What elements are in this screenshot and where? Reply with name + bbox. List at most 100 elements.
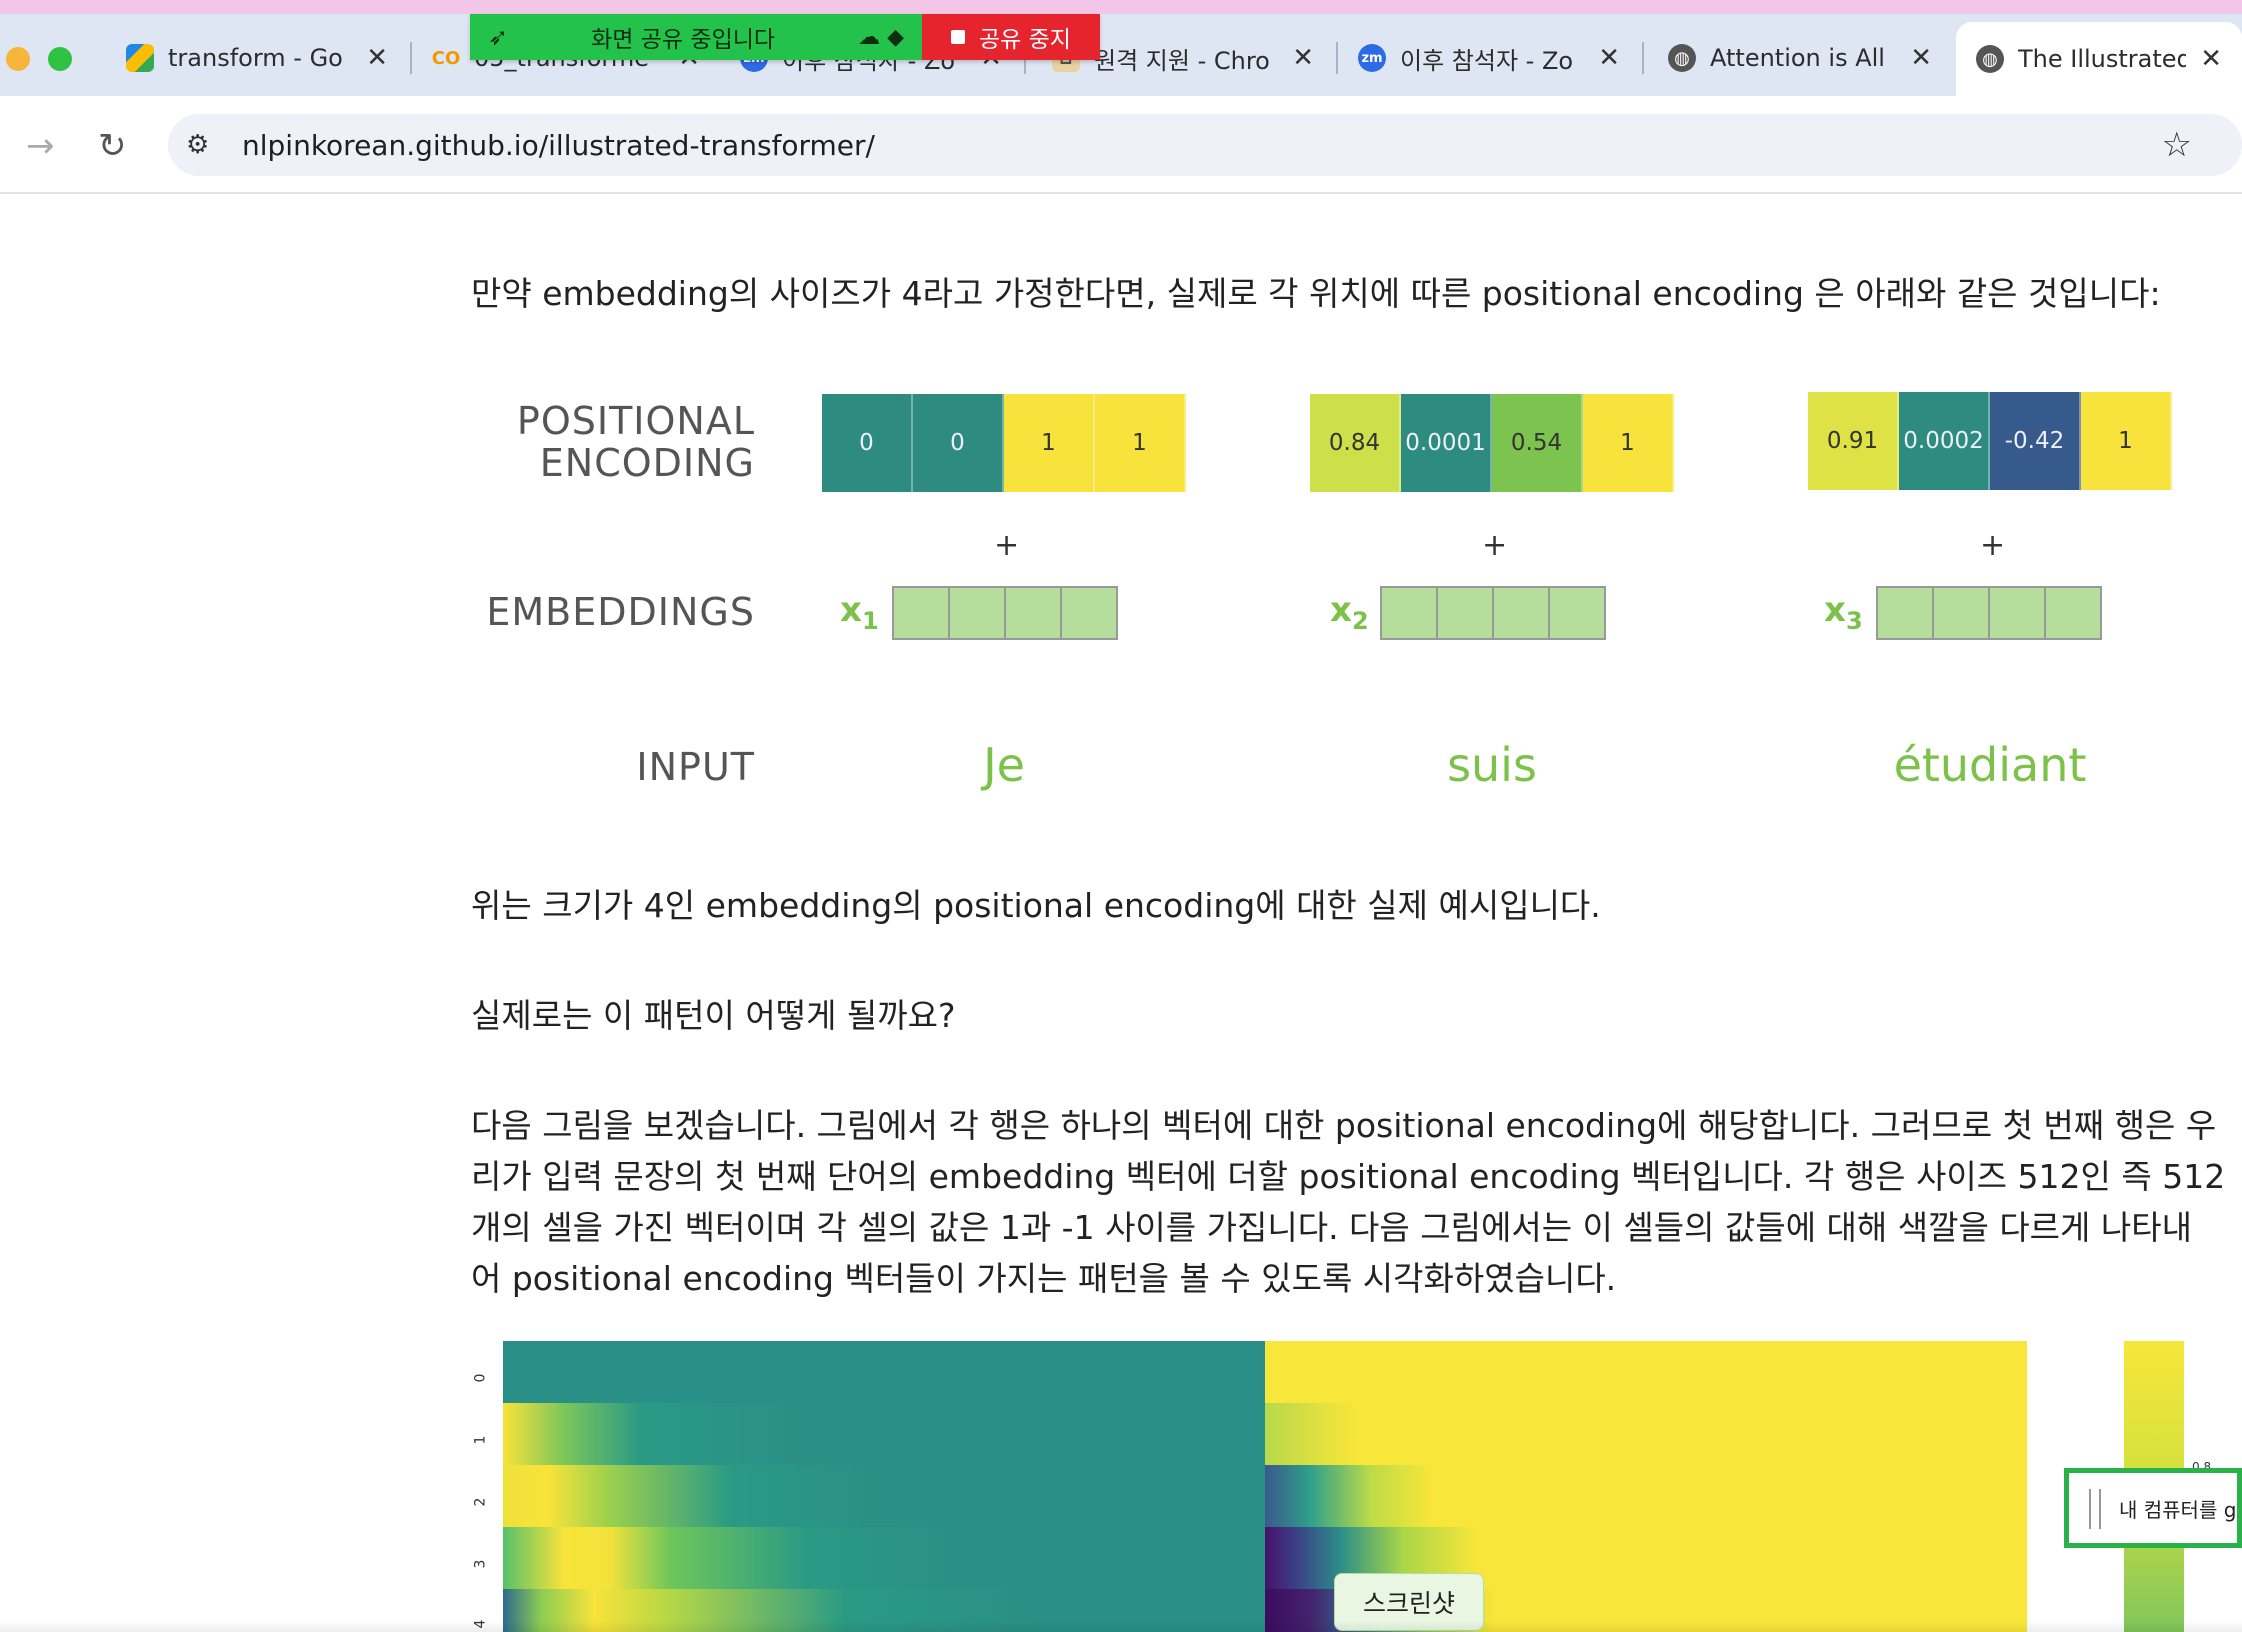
embedding-vector-label: x3 xyxy=(1824,590,1863,635)
remote-control-popup[interactable]: 내 컴퓨터를 g xyxy=(2064,1468,2242,1548)
close-tab-icon[interactable]: ✕ xyxy=(1910,43,1932,73)
cloud-shield-icon: ☁ ◆ xyxy=(858,24,904,50)
heatmap-row xyxy=(1265,1341,2027,1403)
tab-title: transform - Go xyxy=(168,44,343,72)
zoom-icon: zm xyxy=(1358,44,1386,72)
pe-cell: 0 xyxy=(913,394,1004,492)
input-word: suis xyxy=(1447,738,1537,792)
share-status: ➶ 화면 공유 중입니다 ☁ ◆ xyxy=(470,14,922,60)
positional-encoding-heatmap xyxy=(503,1341,2027,1632)
pe-cell: 0 xyxy=(822,394,913,492)
popup-text: 내 컴퓨터를 g xyxy=(2119,1497,2237,1522)
pause-handle-icon[interactable] xyxy=(2089,1489,2101,1529)
tab-transform[interactable]: transform - Go ✕ xyxy=(126,30,388,86)
embedding-vector-label: x1 xyxy=(840,590,879,635)
heatmap-row xyxy=(1265,1403,2027,1465)
pe-cell: 0.0001 xyxy=(1401,394,1492,492)
tab-title: Attention is All xyxy=(1710,44,1885,72)
input-word: étudiant xyxy=(1893,738,2087,792)
url-text[interactable]: nlpinkorean.github.io/illustrated-transf… xyxy=(242,129,875,162)
close-tab-icon[interactable]: ✕ xyxy=(366,43,388,73)
heatmap-tick: 0 xyxy=(472,1373,489,1383)
stop-sharing-label: 공유 중지 xyxy=(979,27,1071,53)
tab-title: The Illustrated xyxy=(2018,45,2187,73)
embedding-cell xyxy=(950,588,1006,638)
tab-title: 원격 지원 - Chro xyxy=(1094,46,1270,75)
pe-cell: 1 xyxy=(1004,394,1095,492)
plus-sign: + xyxy=(1482,528,1508,563)
bottom-edge-shade xyxy=(0,1620,2242,1632)
tab-divider xyxy=(1642,42,1644,74)
drag-handle-icon[interactable]: ➶ xyxy=(488,23,508,51)
tab-divider xyxy=(410,42,412,74)
bookmark-star-icon[interactable]: ☆ xyxy=(2162,125,2192,165)
colab-icon: CO xyxy=(432,47,461,69)
embedding-cell xyxy=(1062,588,1116,638)
close-tab-icon[interactable]: ✕ xyxy=(1292,43,1314,73)
embedding-cell xyxy=(1550,588,1604,638)
paragraph-line: 개의 셀을 가진 벡터이며 각 셀의 값은 1과 -1 사이를 가집니다. 다음… xyxy=(471,1208,2192,1247)
site-info-icon[interactable]: ⚙ xyxy=(186,130,224,160)
embedding-vector xyxy=(1380,586,1606,640)
positional-encoding-label: POSITIONAL ENCODING xyxy=(516,399,755,485)
positional-encoding-vector: 0.84 0.0001 0.54 1 xyxy=(1310,394,1674,492)
embedding-cell xyxy=(1934,588,1990,638)
input-word: Je xyxy=(983,738,1025,792)
tab-divider xyxy=(1336,42,1338,74)
input-label: INPUT xyxy=(636,745,755,789)
tab-illustrated-transformer[interactable]: ◍ The Illustrated ✕ xyxy=(1956,22,2242,96)
address-toolbar: → ↻ ⚙ nlpinkorean.github.io/illustrated-… xyxy=(0,96,2242,194)
embedding-cell xyxy=(1006,588,1062,638)
globe-icon: ◍ xyxy=(1976,45,2004,73)
pe-cell: 0.0002 xyxy=(1899,392,1990,490)
pe-cell: 0.84 xyxy=(1310,394,1401,492)
embeddings-label: EMBEDDINGS xyxy=(486,590,755,634)
paragraph-line: 어 positional encoding 벡터들이 가지는 패턴을 볼 수 있… xyxy=(471,1259,1617,1298)
tab-zoom-attendees-2[interactable]: zm 이후 참석자 - Zo ✕ xyxy=(1358,30,1620,86)
heatmap-tick: 2 xyxy=(472,1497,489,1507)
caption-example: 위는 크기가 4인 embedding의 positional encoding… xyxy=(471,886,1601,925)
heatmap-row xyxy=(503,1341,1265,1403)
plus-sign: + xyxy=(1980,528,2006,563)
globe-icon: ◍ xyxy=(1668,44,1696,72)
stop-icon xyxy=(951,30,966,44)
positional-encoding-vector: 0.91 0.0002 -0.42 1 xyxy=(1808,392,2172,490)
close-tab-icon[interactable]: ✕ xyxy=(1598,43,1620,73)
positional-encoding-vector: 0011 xyxy=(822,394,1186,492)
embedding-cell xyxy=(1990,588,2046,638)
embedding-cell xyxy=(1878,588,1934,638)
heatmap-tick: 3 xyxy=(472,1559,489,1569)
tab-title: 이후 참석자 - Zo xyxy=(1400,46,1574,75)
minimize-window-button[interactable] xyxy=(6,47,30,71)
pe-cell: 0.91 xyxy=(1808,392,1899,490)
forward-icon[interactable]: → xyxy=(26,126,55,166)
paragraph-line: 리가 입력 문장의 첫 번째 단어의 embedding 벡터에 더할 posi… xyxy=(471,1157,2226,1196)
pe-cell: -0.42 xyxy=(1990,392,2081,490)
system-menu-strip xyxy=(0,0,2242,14)
pe-cell: 1 xyxy=(2081,392,2172,490)
close-tab-icon[interactable]: ✕ xyxy=(2200,44,2222,74)
pe-cell: 1 xyxy=(1095,394,1186,492)
intro-paragraph: 만약 embedding의 사이즈가 4라고 가정한다면, 실제로 각 위치에 … xyxy=(471,274,2161,313)
maximize-window-button[interactable] xyxy=(48,47,72,71)
embedding-cell xyxy=(1494,588,1550,638)
google-drive-icon xyxy=(126,44,154,72)
address-bar[interactable]: ⚙ nlpinkorean.github.io/illustrated-tran… xyxy=(168,114,2242,176)
pe-cell: 0.54 xyxy=(1492,394,1583,492)
heatmap-row xyxy=(1265,1465,2027,1527)
stop-sharing-button[interactable]: 공유 중지 xyxy=(922,14,1100,60)
embedding-vector xyxy=(892,586,1118,640)
tab-attention-is-all[interactable]: ◍ Attention is All ✕ xyxy=(1668,30,1932,86)
screen-share-banner: ➶ 화면 공유 중입니다 ☁ ◆ 공유 중지 xyxy=(470,14,1100,60)
embedding-vector xyxy=(1876,586,2102,640)
plus-sign: + xyxy=(994,528,1020,563)
embedding-cell xyxy=(894,588,950,638)
browser-tab-bar: transform - Go ✕ CO 05_transforme ✕ zm 이… xyxy=(0,0,2242,96)
embedding-cell xyxy=(1438,588,1494,638)
paragraph-line: 다음 그림을 보겠습니다. 그림에서 각 행은 하나의 벡터에 대한 posit… xyxy=(471,1106,2217,1145)
heatmap-row xyxy=(503,1403,1265,1465)
heatmap-row xyxy=(503,1527,1265,1589)
heatmap-description: 다음 그림을 보겠습니다. 그림에서 각 행은 하나의 벡터에 대한 posit… xyxy=(471,1100,2225,1304)
reload-icon[interactable]: ↻ xyxy=(98,126,127,166)
caption-question: 실제로는 이 패턴이 어떻게 될까요? xyxy=(471,996,956,1035)
